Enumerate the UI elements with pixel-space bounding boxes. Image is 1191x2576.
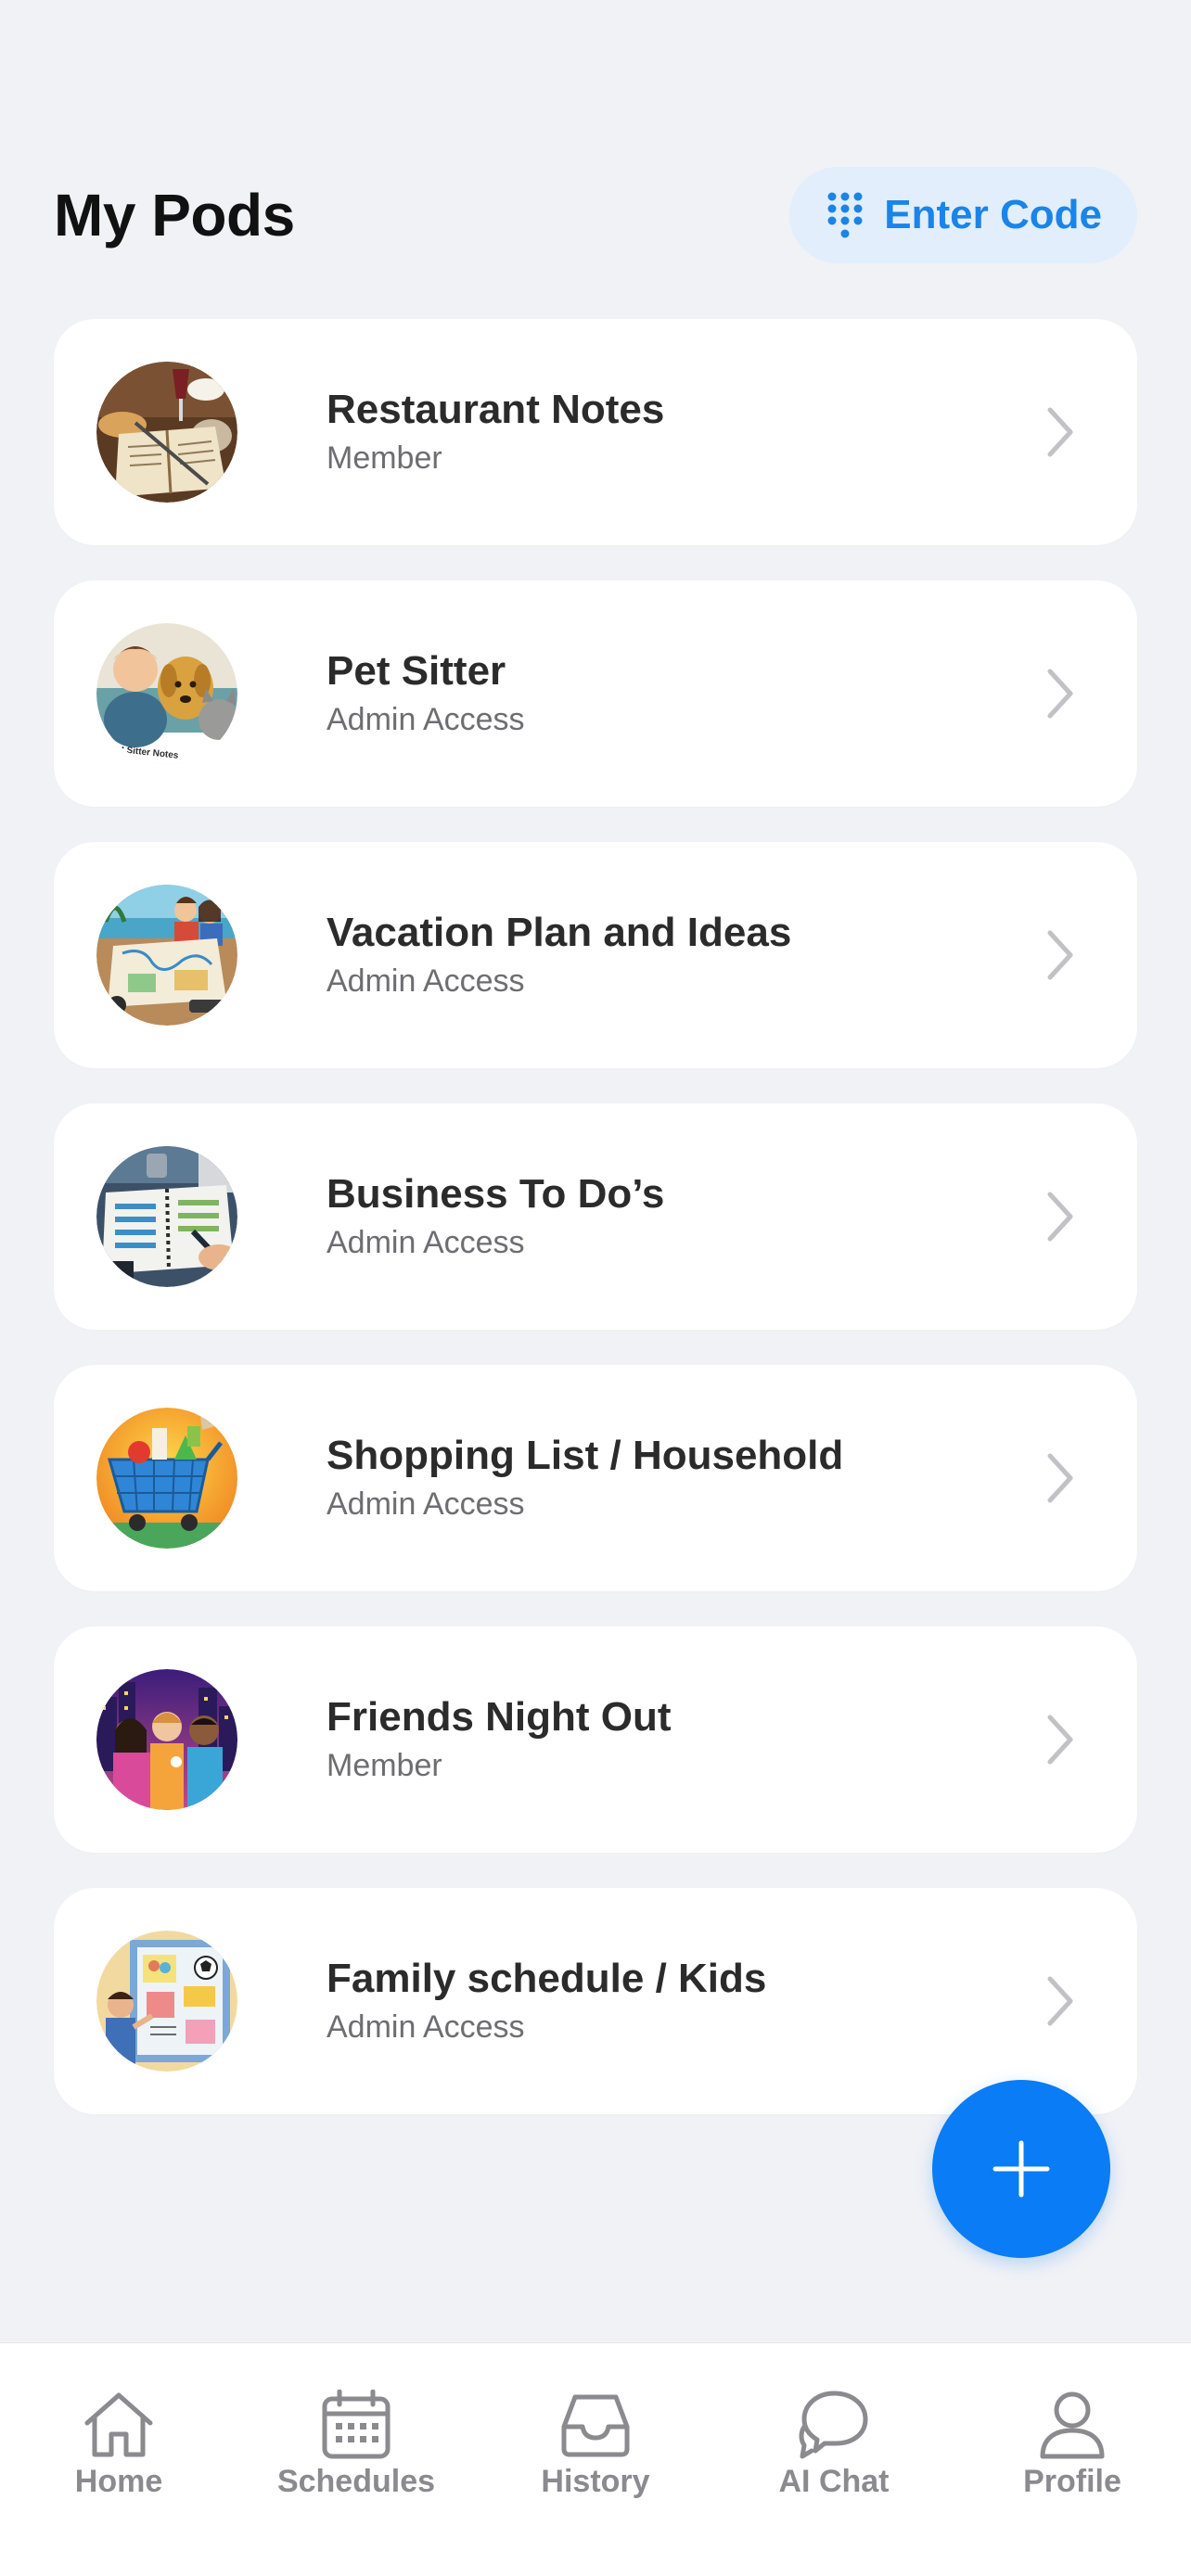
shopping-cart-image — [96, 1408, 237, 1549]
pod-card-restaurant-notes[interactable]: Restaurant Notes Member — [54, 319, 1137, 545]
pod-card-text: Shopping List / Household Admin Access — [327, 1431, 843, 1525]
person-icon — [1040, 2391, 1105, 2459]
tab-schedules[interactable]: Schedules — [237, 2343, 475, 2529]
chevron-right-icon — [1047, 669, 1073, 719]
tab-bar: Home Schedules History AI Chat Profile — [0, 2342, 1191, 2576]
pet-sitter-image: Pet Sitter Notes — [96, 623, 237, 764]
tab-profile-label: Profile — [1023, 2464, 1121, 2499]
pod-role: Admin Access — [327, 2009, 525, 2045]
tab-history-label: History — [541, 2464, 650, 2499]
pod-title: Shopping List / Household — [327, 1433, 844, 1478]
pod-card-text: Family schedule / Kids Admin Access — [327, 1954, 766, 2048]
restaurant-notebook-image — [96, 362, 237, 503]
tab-home-label: Home — [74, 2464, 163, 2499]
enter-code-button[interactable]: Enter Code — [789, 167, 1137, 263]
pod-card-text: Vacation Plan and Ideas Admin Access — [327, 908, 791, 1002]
pod-title: Restaurant Notes — [327, 387, 665, 432]
vacation-map-image — [96, 885, 237, 1026]
pod-card-family-schedule[interactable]: Family schedule / Kids Admin Access — [54, 1888, 1137, 2114]
chevron-right-icon — [1047, 1453, 1073, 1503]
chevron-right-icon — [1047, 1715, 1073, 1765]
pod-title: Vacation Plan and Ideas — [327, 910, 792, 955]
chevron-right-icon — [1047, 1976, 1073, 2026]
home-icon — [84, 2392, 153, 2457]
family-board-image — [96, 1931, 237, 2072]
pod-title: Family schedule / Kids — [327, 1956, 767, 2001]
tab-home[interactable]: Home — [0, 2343, 237, 2529]
pod-role: Admin Access — [327, 1486, 525, 1522]
tab-schedules-label: Schedules — [276, 2464, 436, 2499]
enter-code-label: Enter Code — [884, 192, 1102, 237]
tab-ai-chat-label: AI Chat — [778, 2464, 890, 2499]
chevron-right-icon — [1047, 930, 1073, 980]
calendar-icon — [322, 2390, 391, 2459]
header: My Pods Enter Code — [54, 167, 1137, 263]
chat-bubbles-icon — [799, 2391, 868, 2459]
pod-role: Admin Access — [327, 1225, 525, 1260]
pod-card-text: Friends Night Out Member — [327, 1692, 672, 1787]
pod-card-business-todos[interactable]: Business To Do’s Admin Access — [54, 1103, 1137, 1330]
chevron-right-icon — [1047, 1192, 1073, 1242]
pod-card-text: Business To Do’s Admin Access — [327, 1169, 664, 1264]
pod-role: Admin Access — [327, 702, 525, 737]
page-title: My Pods — [54, 182, 295, 249]
pod-list: Restaurant Notes Member Pet Sitter Notes… — [54, 319, 1137, 2149]
pod-role: Member — [327, 440, 442, 476]
tab-ai-chat[interactable]: AI Chat — [715, 2343, 953, 2529]
friends-city-image — [96, 1669, 237, 1810]
pod-card-text: Restaurant Notes Member — [327, 385, 664, 479]
inbox-tray-icon — [561, 2394, 630, 2457]
pod-title: Friends Night Out — [327, 1694, 672, 1740]
pod-card-friends-night-out[interactable]: Friends Night Out Member — [54, 1626, 1137, 1853]
pod-title: Business To Do’s — [327, 1171, 665, 1217]
add-pod-button[interactable] — [932, 2080, 1110, 2258]
plus-icon — [992, 2140, 1050, 2198]
tab-profile[interactable]: Profile — [954, 2343, 1191, 2529]
tab-history[interactable]: History — [477, 2343, 714, 2529]
business-planner-image — [96, 1146, 237, 1287]
pod-card-pet-sitter[interactable]: Pet Sitter Notes Pet Sitter Admin Access — [54, 580, 1137, 807]
chevron-right-icon — [1047, 407, 1073, 457]
pod-role: Member — [327, 1748, 442, 1783]
keypad-icon — [826, 191, 864, 239]
pod-role: Admin Access — [327, 963, 525, 999]
pod-card-vacation-plan[interactable]: Vacation Plan and Ideas Admin Access — [54, 842, 1137, 1068]
pod-title: Pet Sitter — [327, 648, 506, 694]
pod-card-shopping-list[interactable]: Shopping List / Household Admin Access — [54, 1365, 1137, 1591]
pod-card-text: Pet Sitter Admin Access — [327, 646, 525, 741]
